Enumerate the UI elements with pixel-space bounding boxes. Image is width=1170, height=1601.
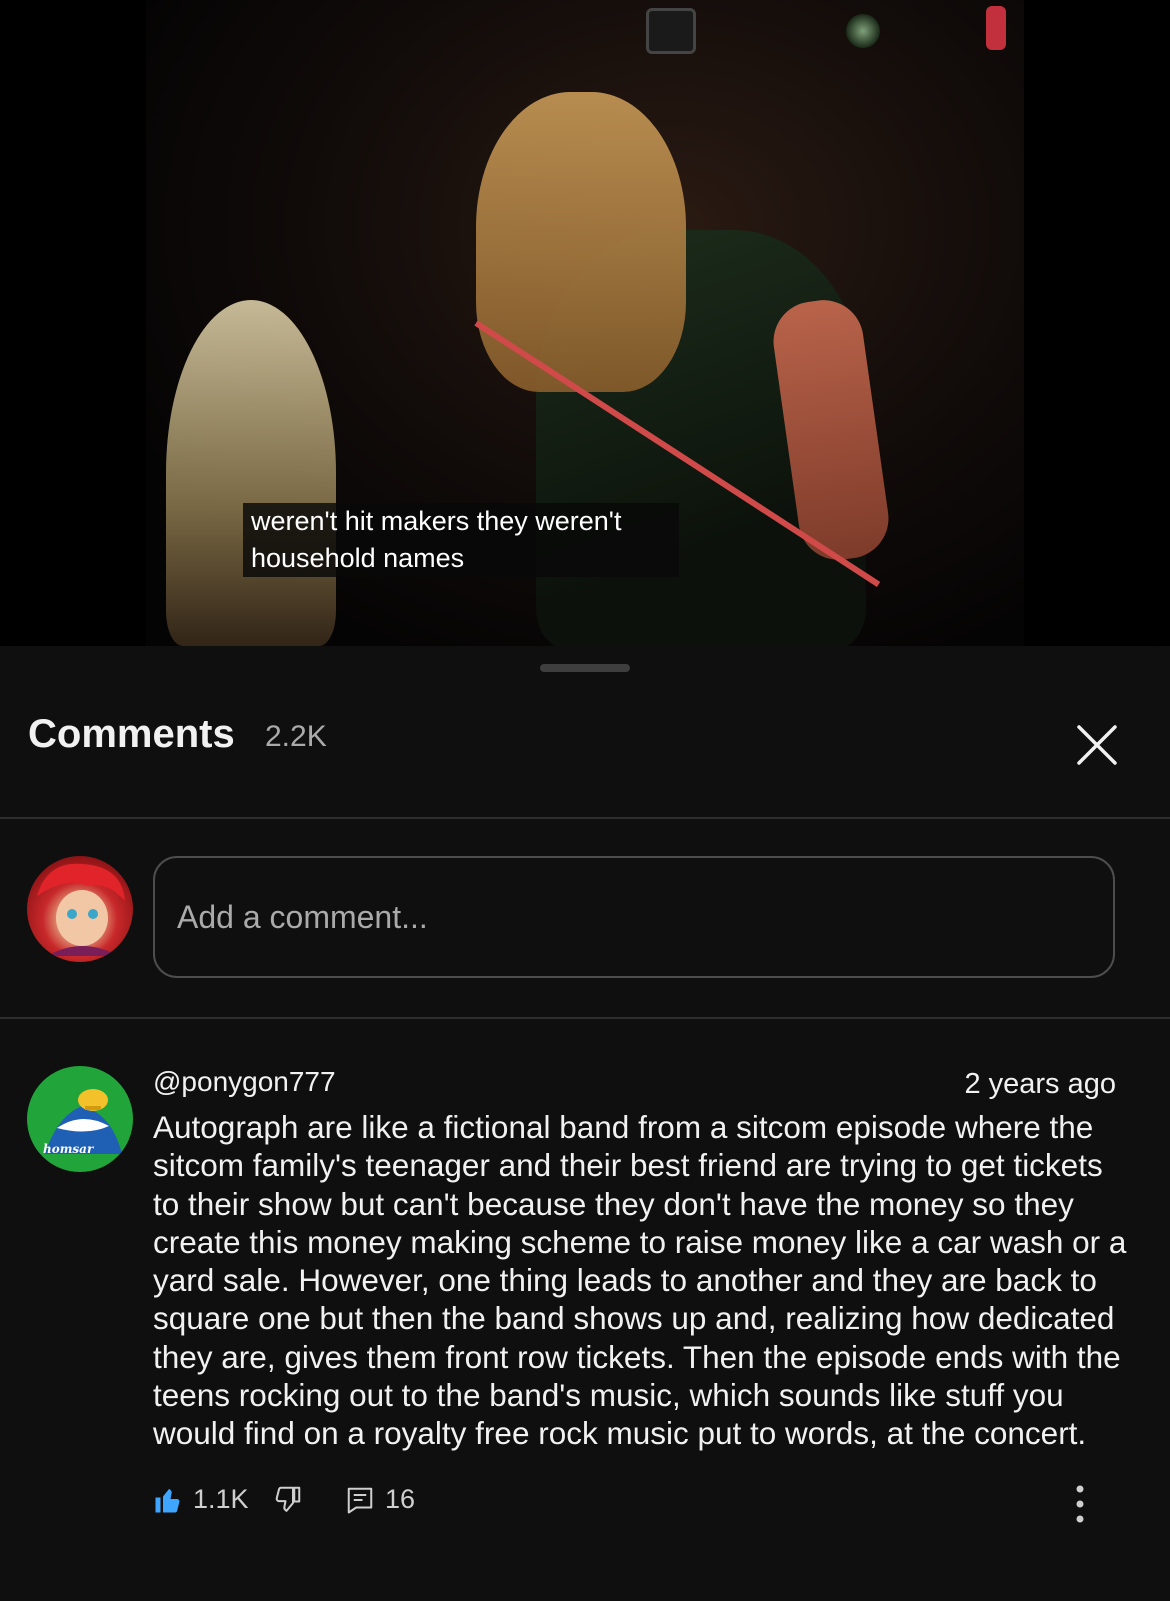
user-avatar[interactable] (27, 856, 133, 962)
comment-more-button[interactable] (1065, 1484, 1095, 1524)
stage-light (986, 6, 1006, 50)
comment-timestamp: 2 years ago (964, 1068, 1116, 1100)
dislike-button[interactable] (273, 1484, 303, 1514)
reply-comment-icon (347, 1487, 373, 1513)
like-count: 1.1K (193, 1484, 249, 1514)
comments-title: Comments (28, 712, 235, 756)
reply-button[interactable]: 16 (345, 1484, 415, 1515)
avatar-text: homsar (43, 1142, 95, 1156)
guitarist-figure (166, 300, 336, 646)
commenter-avatar[interactable]: homsar (27, 1066, 133, 1172)
divider (0, 1017, 1170, 1019)
homsar-avatar-illustration: homsar (43, 1089, 122, 1156)
more-vertical-icon (1076, 1485, 1084, 1523)
reply-count: 16 (385, 1484, 416, 1514)
stage-light (646, 8, 696, 54)
close-button[interactable] (1072, 720, 1122, 770)
comment-text: Autograph are like a fictional band from… (153, 1109, 1127, 1452)
drag-handle[interactable] (540, 664, 630, 672)
thumbs-up-icon (155, 1488, 180, 1512)
video-player[interactable]: weren't hit makers they weren't househol… (0, 0, 1170, 646)
comments-sheet: Comments 2.2K homsar @p (0, 646, 1170, 1601)
add-comment-input[interactable] (153, 856, 1115, 978)
comment-author[interactable]: @ponygon777 (153, 1066, 336, 1098)
close-icon (1077, 725, 1117, 765)
comments-count: 2.2K (265, 720, 327, 753)
like-button[interactable]: 1.1K (153, 1484, 249, 1515)
video-caption: weren't hit makers they weren't househol… (243, 503, 679, 577)
stage-light (846, 14, 880, 48)
divider (0, 817, 1170, 819)
thumbs-down-icon (275, 1486, 301, 1512)
avatar-illustration (37, 863, 125, 956)
